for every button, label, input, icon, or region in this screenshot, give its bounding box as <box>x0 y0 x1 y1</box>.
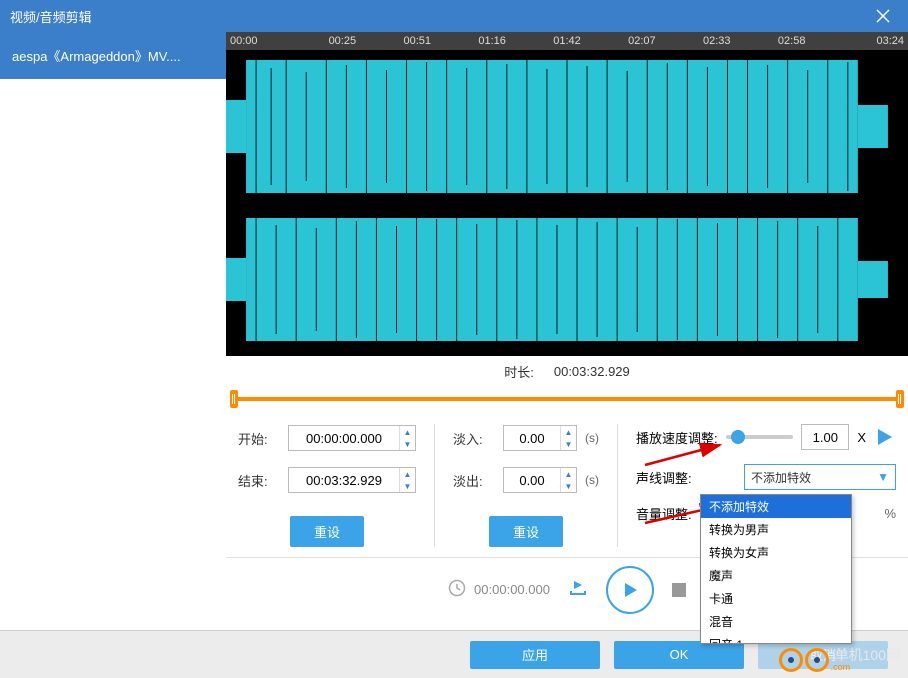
waveform-display[interactable] <box>226 50 908 356</box>
speed-label: 播放速度调整: <box>636 428 718 447</box>
titlebar: 视频/音频剪辑 <box>0 0 908 32</box>
reset-fade-button[interactable]: 重设 <box>489 516 563 547</box>
voice-dropdown-list[interactable]: 不添加特效 转换为男声 转换为女声 魔声 卡通 混音 回音 1 回音 2 <box>700 494 852 644</box>
ruler-tick: 00:00 <box>230 35 305 47</box>
speed-x: X <box>857 430 866 445</box>
export-button[interactable] <box>568 577 588 602</box>
start-time-input[interactable] <box>289 426 399 450</box>
voice-option[interactable]: 转换为女声 <box>701 541 851 564</box>
end-label: 结束: <box>238 471 280 490</box>
fadein-spinner[interactable]: ▲▼ <box>503 425 577 451</box>
voice-option[interactable]: 回音 1 <box>701 633 851 644</box>
chevron-down-icon: ▼ <box>877 470 889 484</box>
apply-button[interactable]: 应用 <box>470 641 600 669</box>
voice-option[interactable]: 卡通 <box>701 587 851 610</box>
sidebar-item-track[interactable]: aespa《Armageddon》MV.... <box>0 32 226 79</box>
duration-display: 时长: 00:03:32.929 <box>226 356 908 386</box>
spinner-up[interactable]: ▲ <box>400 468 415 480</box>
spinner-up[interactable]: ▲ <box>561 468 576 480</box>
stop-button[interactable] <box>672 583 686 597</box>
spinner-down[interactable]: ▼ <box>400 480 415 492</box>
voice-dropdown[interactable]: 不添加特效 ▼ <box>744 464 896 490</box>
reset-time-button[interactable]: 重设 <box>290 516 364 547</box>
voice-option[interactable]: 混音 <box>701 610 851 633</box>
waveform-top <box>226 50 908 203</box>
spinner-up[interactable]: ▲ <box>561 426 576 438</box>
spinner-down[interactable]: ▼ <box>561 480 576 492</box>
duration-value: 00:03:32.929 <box>554 364 630 379</box>
fadeout-label: 淡出: <box>453 471 495 490</box>
ruler-tick: 01:42 <box>530 35 605 47</box>
end-time-spinner[interactable]: ▲▼ <box>288 467 416 493</box>
range-handle-end[interactable] <box>896 390 904 408</box>
start-time-spinner[interactable]: ▲▼ <box>288 425 416 451</box>
voice-option[interactable]: 魔声 <box>701 564 851 587</box>
ruler-tick: 02:07 <box>604 35 679 47</box>
close-button[interactable] <box>868 1 898 31</box>
ruler-tick: 00:51 <box>380 35 455 47</box>
range-selector[interactable] <box>230 390 904 408</box>
ruler-tick: 01:16 <box>455 35 530 47</box>
time-ruler[interactable]: 00:00 00:25 00:51 01:16 01:42 02:07 02:3… <box>226 32 908 50</box>
end-time-input[interactable] <box>289 468 399 492</box>
ruler-tick: 00:25 <box>305 35 380 47</box>
duration-label: 时长: <box>504 362 534 381</box>
waveform-bottom <box>226 203 908 356</box>
spinner-down[interactable]: ▼ <box>561 438 576 450</box>
range-track <box>230 397 904 401</box>
ruler-tick: 03:24 <box>829 35 904 47</box>
fadeout-spinner[interactable]: ▲▼ <box>503 467 577 493</box>
start-label: 开始: <box>238 429 280 448</box>
window-title: 视频/音频剪辑 <box>10 7 92 26</box>
sidebar: aespa《Armageddon》MV.... <box>0 32 226 630</box>
spinner-down[interactable]: ▼ <box>400 438 415 450</box>
play-icon <box>874 426 896 448</box>
fadein-unit: (s) <box>585 431 599 445</box>
export-icon <box>568 577 588 597</box>
speed-preview-button[interactable] <box>874 426 896 448</box>
watermark-text: 单机100网 <box>835 648 900 662</box>
ruler-tick: 02:33 <box>679 35 754 47</box>
voice-label: 声线调整: <box>636 468 726 487</box>
fadeout-input[interactable] <box>504 468 560 492</box>
play-icon <box>621 581 639 599</box>
voice-option[interactable]: 转换为男声 <box>701 518 851 541</box>
voice-selected: 不添加特效 <box>751 469 811 486</box>
fadeout-unit: (s) <box>585 473 599 487</box>
play-button[interactable] <box>606 566 654 614</box>
playback-time-value: 00:00:00.000 <box>474 582 550 597</box>
spinner-up[interactable]: ▲ <box>400 426 415 438</box>
volume-percent: % <box>884 506 896 521</box>
speed-input[interactable] <box>801 424 849 450</box>
ruler-tick: 02:58 <box>754 35 829 47</box>
fadein-input[interactable] <box>504 426 560 450</box>
watermark: 单机100网 .com <box>779 648 900 672</box>
close-icon <box>876 9 890 23</box>
playback-time: 00:00:00.000 <box>448 579 550 600</box>
fadein-label: 淡入: <box>453 429 495 448</box>
clock-icon <box>448 579 466 600</box>
watermark-sub: .com <box>831 662 900 672</box>
speed-slider[interactable] <box>726 435 794 439</box>
ok-button[interactable]: OK <box>614 641 744 669</box>
speed-slider-thumb[interactable] <box>731 430 745 444</box>
voice-option[interactable]: 不添加特效 <box>701 495 851 518</box>
range-handle-start[interactable] <box>230 390 238 408</box>
